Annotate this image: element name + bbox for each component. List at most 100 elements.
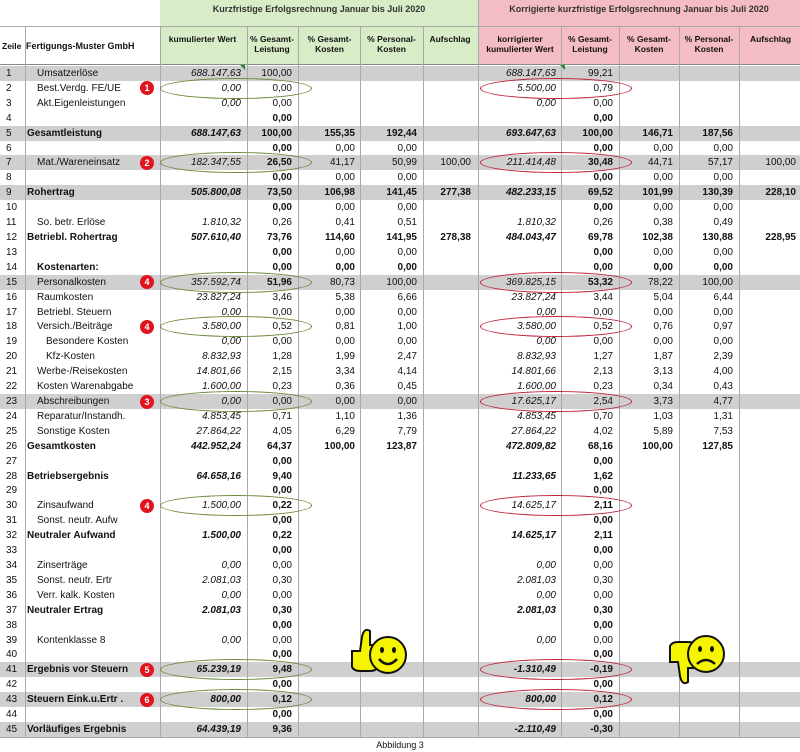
- highlight-oval-left: [160, 77, 312, 99]
- cell-left-4: 50,99: [391, 157, 417, 169]
- cell-right-2: 0,00: [593, 619, 613, 631]
- cell-left-2: 0,22: [272, 530, 292, 542]
- cell-right-2: 100,00: [582, 127, 613, 139]
- cell-left-4: 2,47: [397, 351, 417, 363]
- cell-left-1: 64.439,19: [196, 724, 242, 736]
- cell-comment-marker: [560, 65, 565, 70]
- cell-right-2: 4,02: [593, 425, 613, 437]
- cell-right-2: 0,30: [593, 574, 613, 586]
- cell-left-3: 0,00: [335, 336, 355, 348]
- cell-right-2: 0,00: [593, 246, 613, 258]
- cell-left-3: 0,00: [335, 261, 355, 273]
- cell-left-4: 141,95: [386, 232, 417, 243]
- row-number: 12: [6, 232, 18, 243]
- row-number: 7: [6, 157, 12, 169]
- cell-right-4: 0,97: [713, 321, 733, 333]
- cell-left-2: 4,05: [272, 425, 292, 437]
- cell-left-3: 0,36: [335, 381, 355, 393]
- cell-right-2: 0,00: [593, 112, 613, 124]
- row-label: Kfz-Kosten: [46, 351, 95, 363]
- cell-left-4: 7,79: [397, 425, 417, 437]
- row-number: 34: [6, 560, 18, 572]
- cell-left-2: 1,28: [272, 351, 292, 363]
- cell-right-3: 0,00: [653, 202, 673, 214]
- cell-left-1: 2.081,03: [202, 574, 241, 586]
- row-number: 3: [6, 97, 12, 109]
- row-label: Gesamtkosten: [27, 440, 96, 452]
- cell-left-5: 100,00: [440, 157, 471, 169]
- cell-left-1: 0,00: [221, 589, 241, 601]
- cell-left-1: 1.500,00: [202, 530, 241, 542]
- row-number: 35: [6, 574, 18, 586]
- row-band: [0, 572, 800, 588]
- cell-left-2: 0,26: [272, 217, 292, 229]
- cell-right-1: 1.810,32: [517, 217, 556, 229]
- cell-right-1: 0,00: [536, 97, 556, 109]
- col-header-right-2: % Gesamt- Leistung: [568, 34, 612, 54]
- cell-left-4: 100,00: [386, 276, 417, 288]
- row-number: 43: [6, 694, 18, 706]
- cell-right-2: 69,78: [587, 232, 613, 243]
- cell-left-1: 0,00: [221, 560, 241, 572]
- row-label: Kostenarten:: [37, 261, 99, 273]
- figure-caption: Abbildung 3: [376, 739, 424, 750]
- header-bottom-line: [0, 64, 800, 65]
- row-number: 22: [6, 381, 18, 393]
- highlight-oval-left: [160, 271, 312, 293]
- grid-column-line: [478, 26, 479, 737]
- cell-left-4: 141,45: [386, 187, 417, 199]
- row-number: 25: [6, 425, 18, 437]
- cell-left-2: 64,37: [266, 440, 292, 452]
- cell-right-4: 0,00: [713, 246, 733, 258]
- cell-left-4: 0,00: [397, 142, 417, 154]
- row-label: Mat./Wareneinsatz: [37, 157, 120, 169]
- row-number: 23: [6, 396, 18, 408]
- col-header-right-1: korrigierter kumulierter Wert: [486, 34, 554, 54]
- row-label: Zinsaufwand: [37, 500, 94, 512]
- cell-right-1: 2.081,03: [517, 604, 556, 616]
- row-number: 1: [6, 68, 12, 79]
- cell-right-4: 130,39: [702, 187, 733, 199]
- row-band: [0, 483, 800, 499]
- cell-left-2: 0,00: [272, 634, 292, 646]
- row-label: Umsatzerlöse: [37, 68, 99, 79]
- cell-left-2: 0,00: [272, 246, 292, 258]
- cell-left-2: 0,00: [272, 202, 292, 214]
- cell-left-2: 0,71: [272, 410, 292, 422]
- row-number: 21: [6, 366, 18, 378]
- cell-right-4: 0,00: [713, 306, 733, 318]
- row-number: 36: [6, 589, 18, 601]
- row-number: 9: [6, 187, 12, 199]
- grid-column-line: [619, 26, 620, 737]
- col-header-left-2: % Gesamt- Leistung: [250, 34, 294, 54]
- cell-left-2: 0,30: [272, 574, 292, 586]
- cell-right-2: 0,00: [593, 455, 613, 467]
- row-label: Abschreibungen: [37, 396, 110, 408]
- cell-right-3: 0,34: [653, 381, 673, 393]
- cell-right-3: 102,38: [642, 232, 673, 243]
- cell-left-2: 0,00: [272, 560, 292, 572]
- cell-left-4: 4,14: [397, 366, 417, 378]
- highlight-oval-right: [480, 77, 632, 99]
- marker-badge: 2: [140, 155, 154, 170]
- cell-left-4: 1,00: [397, 321, 417, 333]
- row-band: [0, 558, 800, 573]
- cell-left-1: 688.147,63: [190, 127, 241, 139]
- cell-left-4: 0,45: [397, 381, 417, 393]
- cell-left-2: 73,50: [266, 187, 292, 199]
- cell-right-5: 228,95: [765, 232, 796, 243]
- row-number: 26: [6, 440, 18, 452]
- cell-right-1: 482.233,15: [505, 187, 556, 199]
- row-number: 37: [6, 604, 18, 616]
- cell-right-2: 0,30: [593, 604, 613, 616]
- row-number: 10: [6, 202, 18, 214]
- row-number: 24: [6, 410, 18, 422]
- cell-right-3: 5,04: [653, 291, 673, 303]
- cell-right-2: 1,62: [593, 470, 613, 482]
- thumbs-up-smiley-icon: [351, 628, 407, 674]
- cell-right-1: 472.809,82: [505, 440, 556, 452]
- cell-right-3: 100,00: [642, 440, 673, 452]
- row-label: Besondere Kosten: [46, 336, 129, 348]
- row-label: Betriebl. Rohertrag: [27, 232, 118, 243]
- row-number: 20: [6, 351, 18, 363]
